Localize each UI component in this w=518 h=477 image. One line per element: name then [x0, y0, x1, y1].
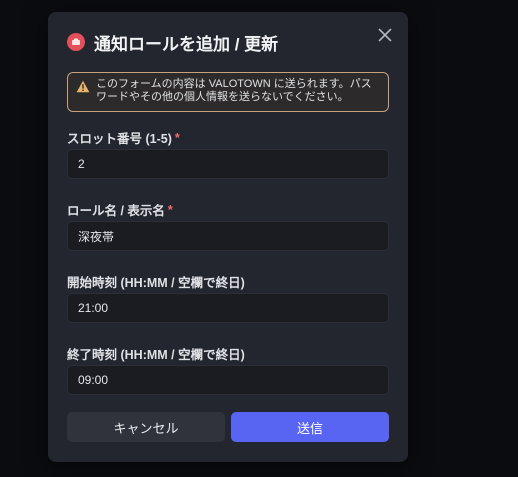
- submit-button[interactable]: 送信: [231, 412, 389, 442]
- start-time-label: 開始時刻 (HH:MM / 空欄で終日): [67, 272, 245, 291]
- start-time-input[interactable]: [67, 293, 389, 323]
- end-time-label-text: 終了時刻 (HH:MM / 空欄で終日): [67, 348, 245, 362]
- role-name-label: ロール名 / 表示名 *: [67, 200, 173, 219]
- role-name-label-text: ロール名 / 表示名: [67, 204, 165, 218]
- role-badge-icon: [67, 33, 85, 51]
- role-name-input[interactable]: [67, 221, 389, 251]
- warning-triangle-icon: [76, 80, 90, 93]
- cancel-button[interactable]: キャンセル: [67, 412, 225, 442]
- end-time-input[interactable]: [67, 365, 389, 395]
- close-button[interactable]: [376, 26, 394, 44]
- warning-text: このフォームの内容は VALOTOWN に送られます。パスワードやその他の個人情…: [96, 78, 372, 103]
- dialog-title: 通知ロールを追加 / 更新: [94, 34, 279, 54]
- end-time-label: 終了時刻 (HH:MM / 空欄で終日): [67, 344, 245, 363]
- required-marker: *: [167, 202, 173, 217]
- slot-number-input[interactable]: [67, 149, 389, 179]
- cancel-button-label: キャンセル: [113, 420, 179, 436]
- close-icon: [378, 28, 392, 42]
- slot-number-label-text: スロット番号 (1-5): [67, 132, 172, 146]
- modal-dialog: 通知ロールを追加 / 更新 このフォームの内容は VALOTOWN に送られます…: [48, 12, 408, 462]
- slot-number-label: スロット番号 (1-5) *: [67, 128, 180, 147]
- submit-button-label: 送信: [296, 420, 323, 436]
- required-marker: *: [174, 130, 180, 145]
- start-time-label-text: 開始時刻 (HH:MM / 空欄で終日): [67, 276, 245, 290]
- dialog-header: 通知ロールを追加 / 更新: [67, 31, 279, 54]
- privacy-warning: このフォームの内容は VALOTOWN に送られます。パスワードやその他の個人情…: [67, 72, 389, 112]
